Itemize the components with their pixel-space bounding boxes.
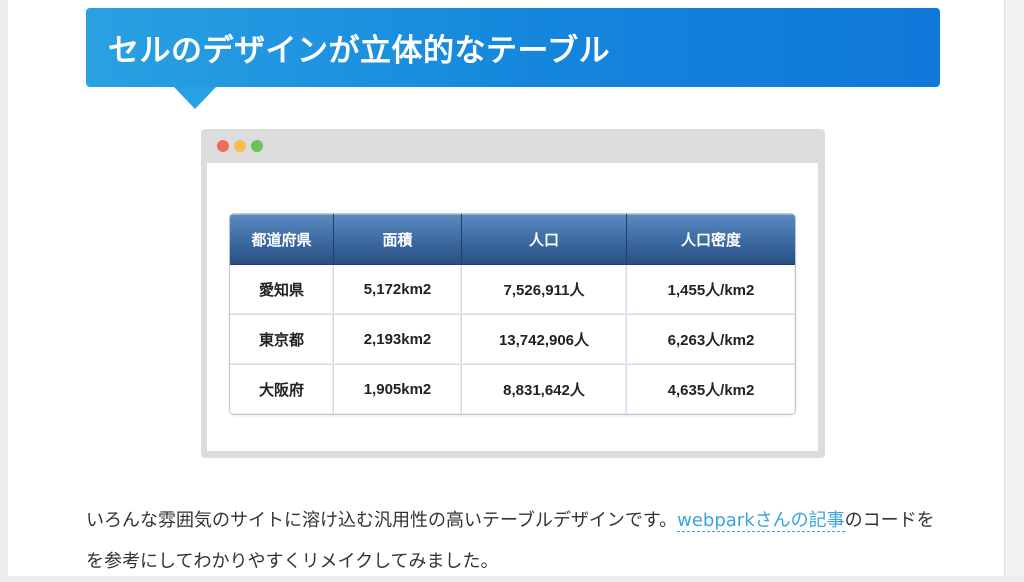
page-right-gutter [1004,0,1024,576]
heading-speech-tail [174,87,216,109]
table-cell: 愛知県 [230,265,334,315]
browser-mockup: 都道府県 面積 人口 人口密度 愛知県 5,172km2 7,526,911人 … [201,129,825,458]
section-title: セルのデザインが立体的なテーブル [108,33,611,69]
table-cell: 8,831,642人 [462,365,627,414]
table-cell: 大阪府 [230,365,334,414]
table-cell: 7,526,911人 [462,265,627,315]
header-cell-density: 人口密度 [627,214,795,265]
table-header-row: 都道府県 面積 人口 人口密度 [230,214,795,265]
table-row: 大阪府 1,905km2 8,831,642人 4,635人/km2 [230,365,795,414]
table-cell: 4,635人/km2 [627,365,795,414]
header-cell-prefecture: 都道府県 [230,214,334,265]
table-cell: 6,263人/km2 [627,315,795,365]
close-dot-icon [217,140,229,152]
paragraph-text-before-link: いろんな雰囲気のサイトに溶け込む汎用性の高いテーブルデザインです。 [86,510,678,531]
header-cell-population: 人口 [462,214,627,265]
table-row: 愛知県 5,172km2 7,526,911人 1,455人/km2 [230,265,795,315]
description-paragraph: いろんな雰囲気のサイトに溶け込む汎用性の高いテーブルデザインです。webpark… [86,500,946,582]
minimize-dot-icon [234,140,246,152]
table-cell: 東京都 [230,315,334,365]
webpark-article-link[interactable]: webparkさんの記事 [677,510,845,532]
table-cell: 1,455人/km2 [627,265,795,315]
section-heading: セルのデザインが立体的なテーブル [86,8,940,109]
table-cell: 1,905km2 [334,365,462,414]
table-row: 東京都 2,193km2 13,742,906人 6,263人/km2 [230,315,795,365]
article-page: セルのデザインが立体的なテーブル 都道府県 面積 人口 人口密度 愛知県 5,1… [8,0,1004,576]
table-cell: 2,193km2 [334,315,462,365]
prefecture-table: 都道府県 面積 人口 人口密度 愛知県 5,172km2 7,526,911人 … [229,213,796,415]
browser-titlebar [201,129,825,163]
table-cell: 5,172km2 [334,265,462,315]
header-cell-area: 面積 [334,214,462,265]
maximize-dot-icon [251,140,263,152]
browser-viewport: 都道府県 面積 人口 人口密度 愛知県 5,172km2 7,526,911人 … [207,163,818,451]
table-cell: 13,742,906人 [462,315,627,365]
